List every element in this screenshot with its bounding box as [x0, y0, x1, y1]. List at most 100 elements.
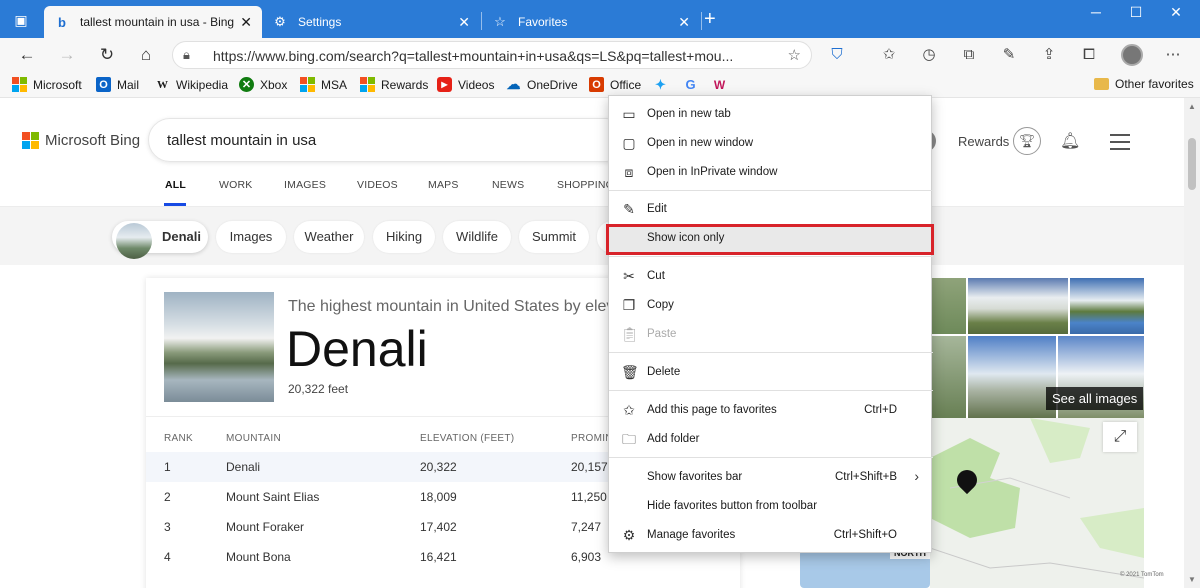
- minimize-button[interactable]: ─: [1076, 4, 1116, 24]
- twitter-icon: ✦: [655, 76, 666, 92]
- favorite-wikipedia[interactable]: W Wikipedia: [155, 77, 228, 92]
- expand-map-icon[interactable]: ⤢: [1103, 422, 1137, 452]
- scope-tab-shopping[interactable]: SHOPPING: [557, 179, 614, 191]
- tab-favorites[interactable]: ☆ Favorites ✕: [482, 6, 700, 38]
- folder-icon: [1094, 78, 1109, 90]
- column-header-mountain: MOUNTAIN: [226, 433, 281, 444]
- page-scrollbar[interactable]: ▲ ▼: [1184, 98, 1200, 588]
- hamburger-menu-icon[interactable]: [1110, 134, 1130, 155]
- favorite-xbox[interactable]: ✕ Xbox: [239, 77, 287, 92]
- tab-actions-icon[interactable]: ▣: [12, 11, 30, 29]
- favorite-rewards[interactable]: Rewards: [360, 77, 428, 92]
- favorite-mail[interactable]: O Mail: [96, 77, 139, 92]
- close-tab-icon[interactable]: ✕: [240, 14, 252, 31]
- menu-item-cut[interactable]: ✂ Cut: [609, 262, 933, 291]
- other-favorites[interactable]: Other favorites: [1094, 77, 1194, 91]
- tab-settings[interactable]: ⚙ Settings ✕: [262, 6, 480, 38]
- web-capture-icon[interactable]: ✎: [998, 45, 1020, 67]
- favorite-microsoft[interactable]: Microsoft: [12, 77, 82, 92]
- mountain-image-tile[interactable]: [930, 278, 966, 334]
- chevron-right-icon: ›: [914, 468, 919, 484]
- close-tab-icon[interactable]: ✕: [458, 14, 470, 31]
- add-favorite-icon[interactable]: ☆: [788, 46, 801, 64]
- map-copyright: © 2021 TomTom: [1120, 572, 1164, 578]
- menu-item-label: Delete: [647, 366, 681, 378]
- tab-bing-search[interactable]: b tallest mountain in usa - Bing ✕: [44, 6, 262, 38]
- home-button[interactable]: ⌂: [135, 45, 157, 65]
- trophy-icon[interactable]: 🏆︎: [1013, 127, 1041, 155]
- extensions-icon[interactable]: ⧠: [1078, 45, 1100, 67]
- scroll-up-icon[interactable]: ▲: [1188, 102, 1196, 111]
- cloud-icon: ☁: [506, 76, 521, 92]
- see-all-images-link[interactable]: See all images: [1046, 387, 1144, 410]
- menu-item-add-folder[interactable]: 🗀 Add folder: [609, 425, 933, 454]
- share-icon[interactable]: ⇪: [1038, 45, 1060, 67]
- collections-icon[interactable]: ⧉: [958, 45, 980, 67]
- bell-icon[interactable]: 🔔︎: [1060, 131, 1080, 151]
- menu-item-shortcut: Ctrl+Shift+B: [835, 471, 897, 483]
- bing-logo[interactable]: Microsoft Bing: [22, 132, 140, 149]
- search-input[interactable]: tallest mountain in usa: [148, 118, 628, 162]
- favorite-twitter[interactable]: ✦: [653, 77, 674, 92]
- menu-item-add-page-to-favorites[interactable]: ✩ Add this page to favorites Ctrl+D: [609, 396, 933, 425]
- menu-item-delete[interactable]: 🗑︎ Delete: [609, 358, 933, 387]
- scope-tab-all[interactable]: ALL: [165, 179, 186, 191]
- favorite-office[interactable]: O Office: [589, 77, 641, 92]
- profile-avatar[interactable]: [1121, 44, 1143, 66]
- close-tab-icon[interactable]: ✕: [678, 14, 690, 31]
- favorite-google[interactable]: G: [683, 77, 704, 92]
- address-bar[interactable]: 🔒︎ https://www.bing.com/search?q=tallest…: [172, 41, 812, 69]
- favorite-videos[interactable]: ▶ Videos: [437, 77, 494, 92]
- menu-item-show-favorites-bar[interactable]: Show favorites bar Ctrl+Shift+B ›: [609, 463, 933, 492]
- answer-title[interactable]: Denali: [286, 320, 428, 378]
- favorite-msa[interactable]: MSA: [300, 77, 347, 92]
- mountain-image-tile[interactable]: [968, 278, 1068, 334]
- gear-icon: ⚙: [622, 527, 636, 543]
- mountain-image-tile[interactable]: [930, 336, 966, 420]
- favorite-w-site[interactable]: W: [712, 77, 733, 92]
- shield-icon[interactable]: ⛉: [826, 45, 848, 67]
- close-window-button[interactable]: ✕: [1156, 4, 1196, 24]
- chip-images[interactable]: Images: [216, 221, 286, 253]
- menu-item-open-new-window[interactable]: ▢ Open in new window: [609, 129, 933, 158]
- refresh-button[interactable]: ↻: [96, 45, 118, 65]
- scope-tab-work[interactable]: WORK: [219, 179, 252, 191]
- favorite-onedrive[interactable]: ☁ OneDrive: [506, 76, 578, 92]
- chip-wildlife[interactable]: Wildlife: [443, 221, 511, 253]
- search-query-text: tallest mountain in usa: [167, 132, 317, 149]
- scroll-thumb[interactable]: [1188, 138, 1196, 190]
- chip-denali[interactable]: Denali: [112, 221, 208, 259]
- chip-summit[interactable]: Summit: [519, 221, 589, 253]
- back-button[interactable]: ←: [16, 45, 38, 65]
- cell-prominence: 11,250: [571, 490, 607, 504]
- menu-item-open-new-tab[interactable]: ▭ Open in new tab: [609, 100, 933, 129]
- chip-weather[interactable]: Weather: [294, 221, 364, 253]
- maximize-button[interactable]: ☐: [1116, 4, 1156, 24]
- more-menu-icon[interactable]: ⋯: [1162, 45, 1184, 67]
- menu-item-label: Open in new tab: [647, 108, 731, 120]
- scope-tab-news[interactable]: NEWS: [492, 179, 524, 191]
- lock-icon[interactable]: 🔒︎: [183, 47, 199, 63]
- scope-tab-images[interactable]: IMAGES: [284, 179, 326, 191]
- menu-item-manage-favorites[interactable]: ⚙ Manage favorites Ctrl+Shift+O: [609, 521, 933, 550]
- chip-hiking[interactable]: Hiking: [373, 221, 435, 253]
- rewards-link[interactable]: Rewards: [958, 134, 1009, 149]
- history-icon[interactable]: ◷: [918, 45, 940, 67]
- denali-photo[interactable]: [164, 292, 274, 402]
- mountain-image-tile[interactable]: [1070, 278, 1144, 334]
- scope-tab-videos[interactable]: VIDEOS: [357, 179, 398, 191]
- favorites-icon[interactable]: ✩: [878, 45, 900, 67]
- cell-prominence: 20,157: [571, 460, 608, 474]
- menu-item-edit[interactable]: ✎ Edit: [609, 195, 933, 224]
- gear-icon: ⚙: [274, 14, 286, 29]
- menu-item-paste[interactable]: 📋︎ Paste: [609, 320, 933, 349]
- favorite-label: MSA: [321, 77, 348, 92]
- mountain-image-tile[interactable]: [968, 336, 1056, 420]
- menu-item-hide-favorites-button[interactable]: Hide favorites button from toolbar: [609, 492, 933, 521]
- menu-item-copy[interactable]: ❐ Copy: [609, 291, 933, 320]
- forward-button[interactable]: →: [56, 45, 78, 65]
- scroll-down-icon[interactable]: ▼: [1188, 575, 1196, 584]
- scope-tab-maps[interactable]: MAPS: [428, 179, 459, 191]
- menu-item-open-inprivate[interactable]: ⧈ Open in InPrivate window: [609, 158, 933, 187]
- new-tab-button[interactable]: +: [704, 9, 716, 29]
